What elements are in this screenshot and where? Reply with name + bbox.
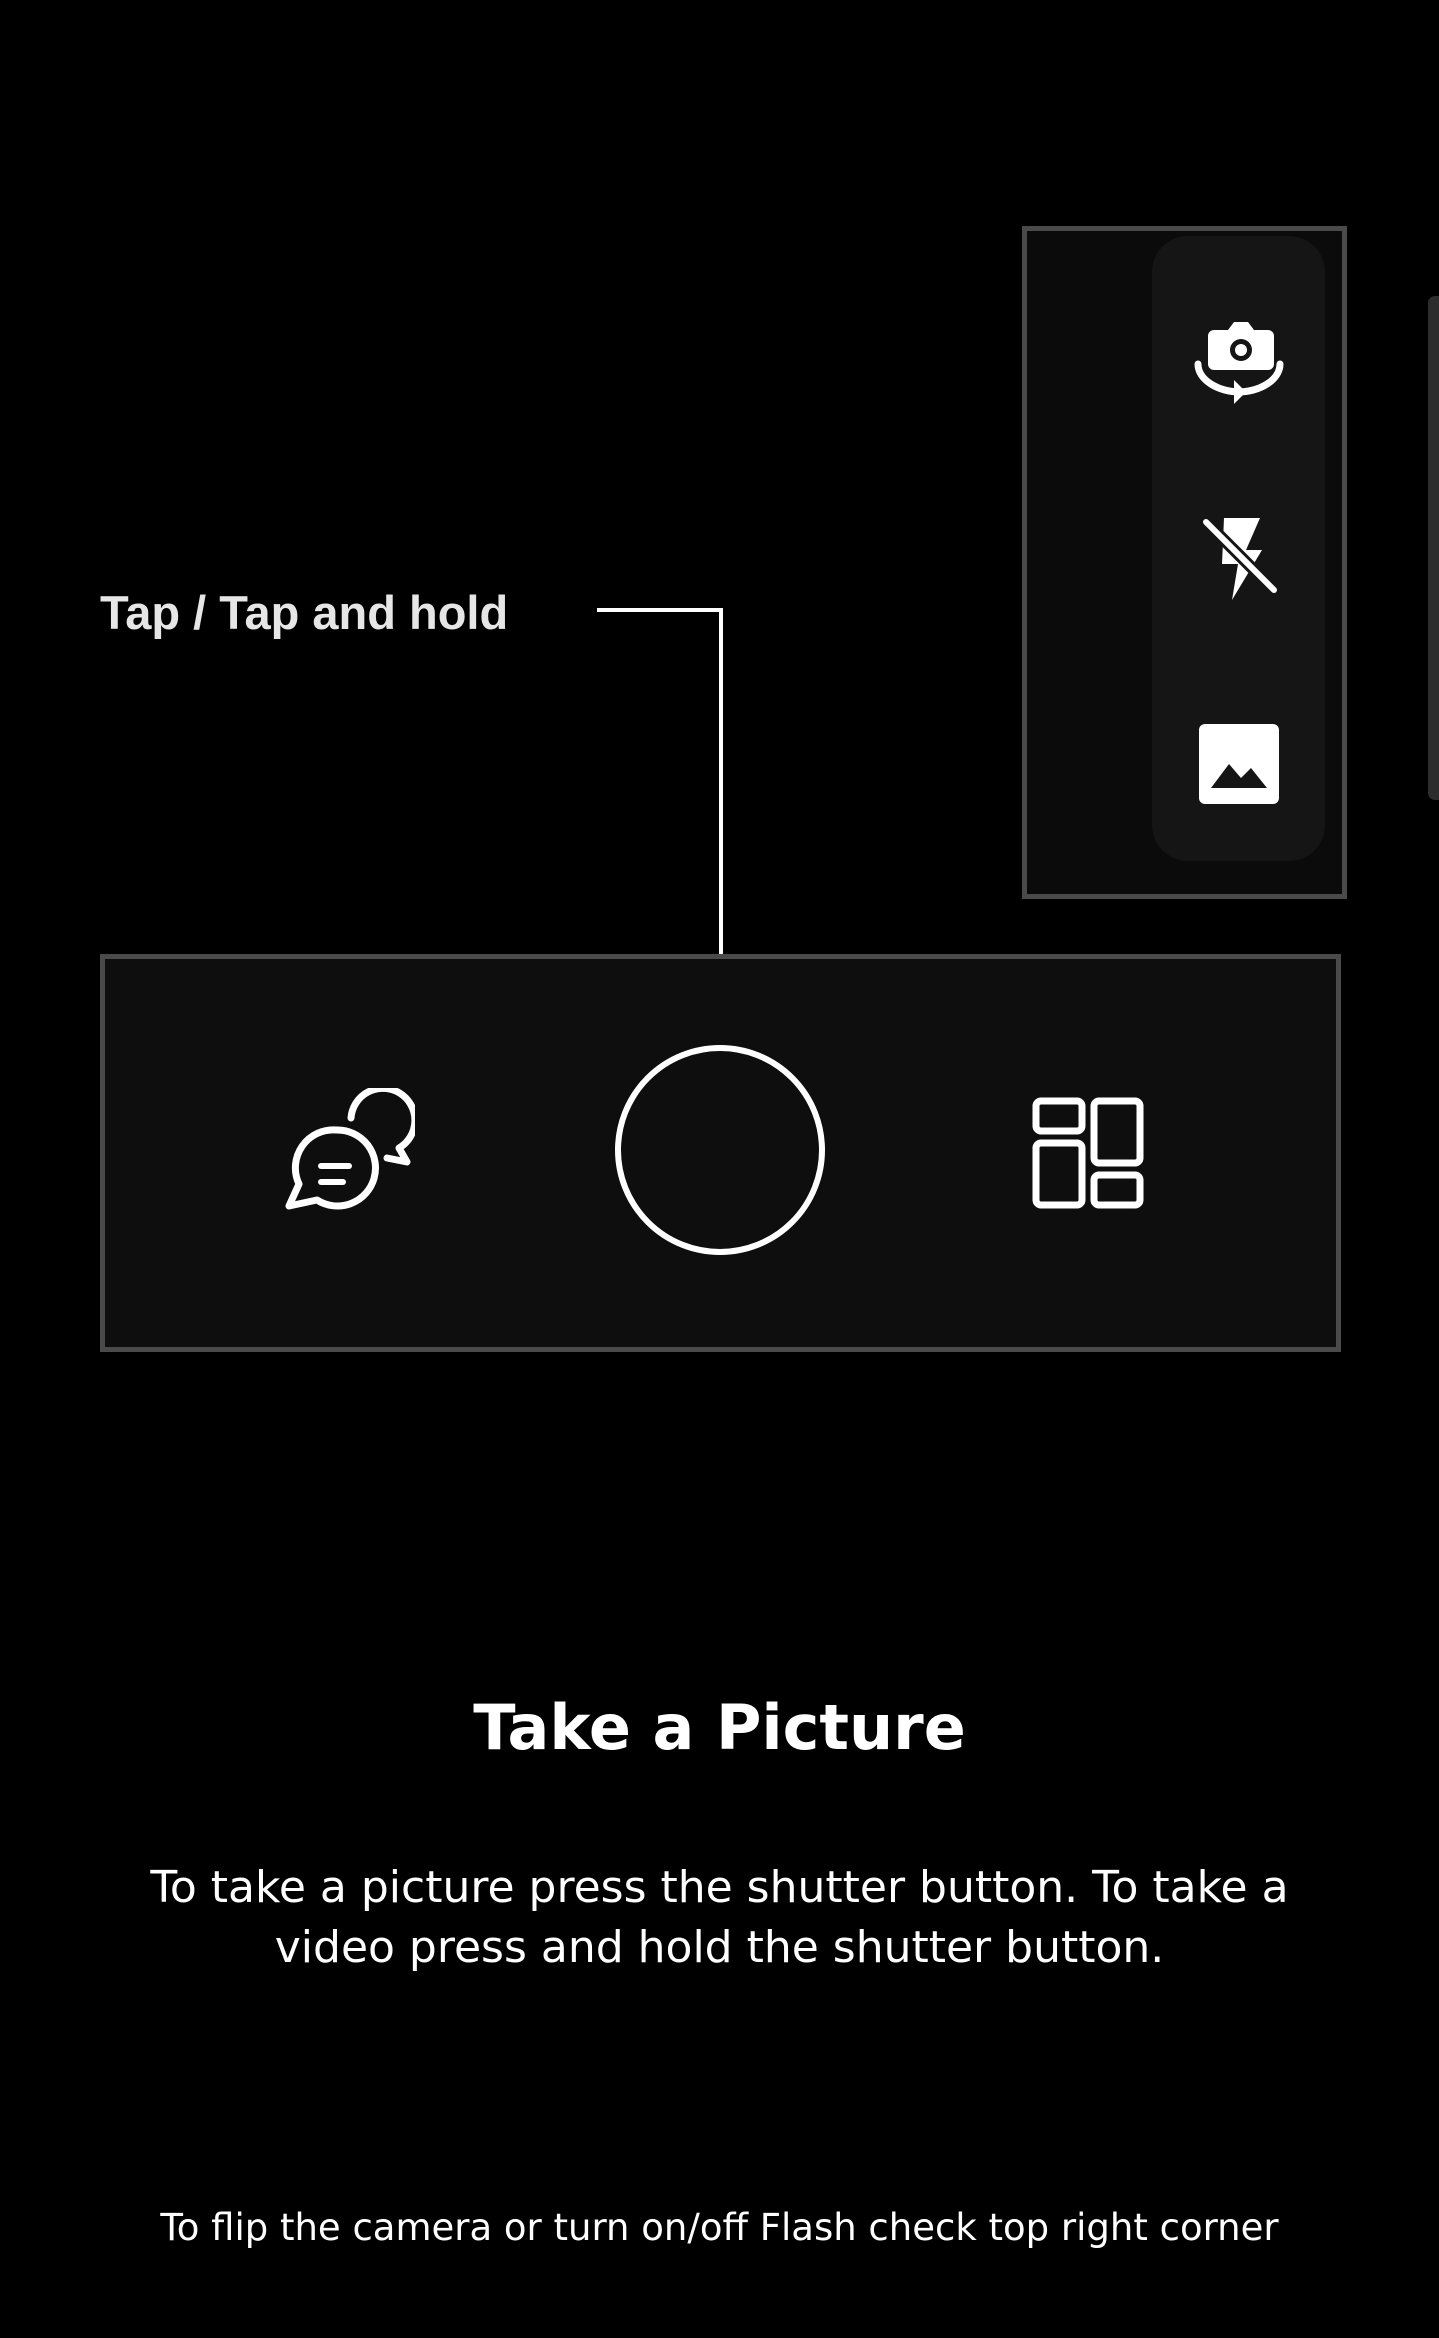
camera-flip-icon xyxy=(1194,322,1283,404)
footer-tip: To flip the camera or turn on/off Flash … xyxy=(160,2206,1279,2249)
side-toolbar-panel xyxy=(1022,226,1347,899)
chat-bubbles-icon[interactable] xyxy=(285,1088,415,1218)
shutter-button[interactable] xyxy=(615,1045,825,1255)
flip-camera-button[interactable] xyxy=(1152,298,1325,418)
image-gallery-icon xyxy=(1198,724,1279,804)
flash-off-icon xyxy=(1201,517,1278,600)
instruction-description: To take a picture press the shutter butt… xyxy=(150,1862,1289,1973)
edge-panel-handle[interactable] xyxy=(1428,296,1439,800)
side-toolbar-pill xyxy=(1152,236,1325,861)
callout-label: Tap / Tap and hold xyxy=(100,586,509,639)
flash-toggle-button[interactable] xyxy=(1152,498,1325,618)
page-title: Take a Picture xyxy=(473,1691,966,1764)
gallery-button[interactable] xyxy=(1152,704,1325,824)
grid-layout-icon[interactable] xyxy=(1032,1097,1144,1209)
